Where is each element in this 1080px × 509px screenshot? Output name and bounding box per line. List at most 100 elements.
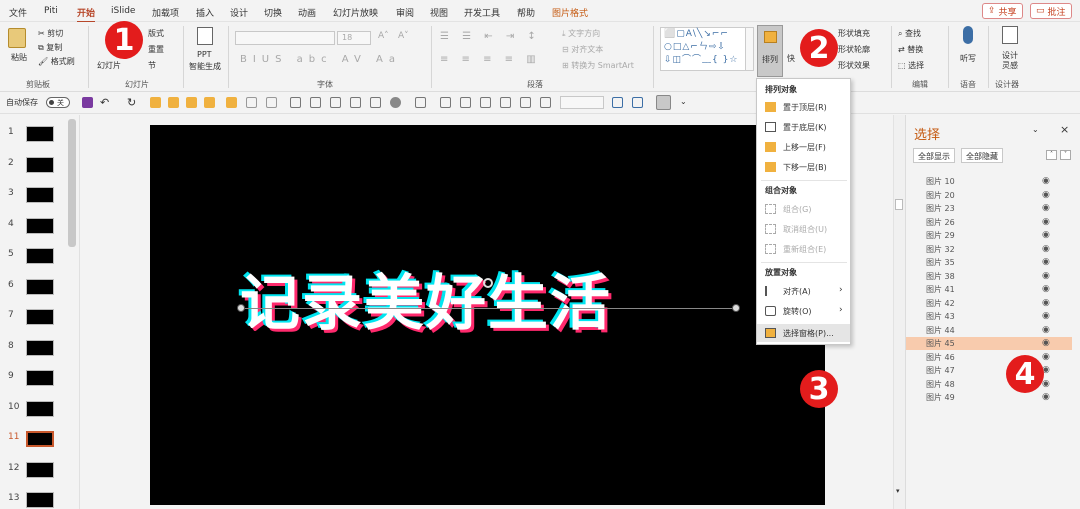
tab-design[interactable]: 设计 <box>230 6 248 19</box>
tab-file[interactable]: 文件 <box>9 6 27 19</box>
visibility-eye-icon[interactable]: ◉ <box>1042 284 1050 294</box>
visibility-eye-icon[interactable]: ◉ <box>1042 338 1050 348</box>
ppt-smart-line2[interactable]: 智能生成 <box>189 61 221 72</box>
microphone-icon[interactable] <box>963 26 973 44</box>
layer-row[interactable]: 图片 38 ◉ <box>906 270 1072 283</box>
font-grow-icon[interactable]: A˄ <box>378 31 389 41</box>
dictate-button[interactable]: 听写 <box>960 53 976 64</box>
layer-row[interactable]: 图片 23 ◉ <box>906 202 1072 215</box>
distribute-vertical-icon[interactable] <box>440 97 451 108</box>
bring-forward-icon[interactable] <box>150 97 161 108</box>
slide-thumbnail[interactable] <box>26 461 54 478</box>
same-size-icon[interactable] <box>540 97 551 108</box>
show-all-button[interactable]: 全部显示 <box>913 148 955 163</box>
smartart-button[interactable]: ⊞ 转换为 SmartArt <box>562 60 634 71</box>
visibility-eye-icon[interactable]: ◉ <box>1042 203 1050 213</box>
canvas-scroll-thumb[interactable] <box>895 199 903 210</box>
font-family-combo[interactable] <box>235 31 335 45</box>
send-back-icon[interactable] <box>204 97 215 108</box>
layer-row[interactable]: 图片 44 ◉ <box>906 324 1072 337</box>
visibility-eye-icon[interactable]: ◉ <box>1042 298 1050 308</box>
layer-row[interactable]: 图片 45 ◉ <box>906 337 1072 350</box>
layer-row[interactable]: 图片 32 ◉ <box>906 243 1072 256</box>
move-up-icon[interactable]: ˄ <box>1046 150 1057 160</box>
resize-handle-left[interactable] <box>237 304 245 312</box>
comment-button[interactable]: ▭ 批注 <box>1030 3 1072 19</box>
menu-send-to-back[interactable]: 置于底层(K) <box>757 118 850 136</box>
find-button[interactable]: ⌕ 查找 <box>898 28 921 39</box>
width-icon[interactable] <box>520 97 531 108</box>
tab-home[interactable]: 开始 <box>77 6 96 23</box>
move-down-icon[interactable]: ˅ <box>1060 150 1071 160</box>
align-text-button[interactable]: ⊟ 对齐文本 <box>562 44 603 55</box>
section-button[interactable]: 节 <box>148 60 156 71</box>
align-left-icon[interactable] <box>290 97 301 108</box>
slide-thumbnail[interactable] <box>26 156 54 173</box>
text-box-icon[interactable] <box>612 97 623 108</box>
copy-button[interactable]: ⧉ 复制 <box>38 42 62 53</box>
group-icon[interactable] <box>226 97 237 108</box>
visibility-eye-icon[interactable]: ◉ <box>1042 257 1050 267</box>
bring-front-icon[interactable] <box>186 97 197 108</box>
align-middle-icon[interactable] <box>370 97 381 108</box>
visibility-eye-icon[interactable]: ◉ <box>1042 230 1050 240</box>
slide-thumbnail[interactable] <box>26 278 54 295</box>
thumb-scrollbar[interactable] <box>68 119 76 247</box>
shape-fill-button[interactable]: 形状填充 <box>838 28 870 39</box>
layer-row[interactable]: 图片 35 ◉ <box>906 256 1072 269</box>
visibility-eye-icon[interactable]: ◉ <box>1042 244 1050 254</box>
new-slide-button[interactable]: 幻灯片 <box>97 60 121 71</box>
tab-addins[interactable]: 加载项 <box>152 6 179 19</box>
layer-row[interactable]: 图片 49 ◉ <box>906 391 1072 404</box>
ppt-smart-line1[interactable]: PPT <box>197 50 212 59</box>
layer-row[interactable]: 图片 46 ◉ <box>906 351 1072 364</box>
shape-effects-button[interactable]: 形状效果 <box>838 60 870 71</box>
send-backward-icon[interactable] <box>168 97 179 108</box>
scroll-down-icon[interactable]: ▾ <box>896 487 900 495</box>
layer-row[interactable]: 图片 42 ◉ <box>906 297 1072 310</box>
replace-button[interactable]: ⇄ 替换 <box>898 44 923 55</box>
qat-more-icon[interactable]: ⌄ <box>680 97 687 106</box>
visibility-eye-icon[interactable]: ◉ <box>1042 392 1050 402</box>
paste-button[interactable]: 粘贴 <box>11 52 27 63</box>
cut-button[interactable]: ✂ 剪切 <box>38 28 63 39</box>
format-painter-button[interactable]: 🖌 格式刷 <box>38 56 75 67</box>
shape-fill-icon[interactable] <box>390 97 401 108</box>
visibility-eye-icon[interactable]: ◉ <box>1042 379 1050 389</box>
visibility-eye-icon[interactable]: ◉ <box>1042 325 1050 335</box>
menu-regroup[interactable]: 重新组合(E) <box>757 240 850 258</box>
layer-row[interactable]: 图片 29 ◉ <box>906 229 1072 242</box>
paste-icon[interactable] <box>8 28 26 48</box>
layer-row[interactable]: 图片 26 ◉ <box>906 216 1072 229</box>
tab-animations[interactable]: 动画 <box>298 6 316 19</box>
picture-icon[interactable] <box>632 97 643 108</box>
tab-slideshow[interactable]: 幻灯片放映 <box>333 6 378 19</box>
visibility-eye-icon[interactable]: ◉ <box>1042 176 1050 186</box>
align-center-icon[interactable] <box>310 97 321 108</box>
tab-piti[interactable]: Piti <box>44 6 58 16</box>
menu-group[interactable]: 组合(G) <box>757 200 850 218</box>
layout-button[interactable]: 版式 <box>148 28 164 39</box>
autosave-toggle[interactable]: 关 <box>46 97 70 108</box>
chart-bars-icon[interactable] <box>500 97 511 108</box>
slide-thumbnail[interactable] <box>26 217 54 234</box>
align-buttons[interactable]: ≡ ≡ ≡ ≡ ▥ <box>440 54 541 65</box>
slide-thumbnail[interactable] <box>26 187 54 203</box>
tab-developer[interactable]: 开发工具 <box>464 6 500 19</box>
layer-row[interactable]: 图片 20 ◉ <box>906 189 1072 202</box>
save-icon[interactable] <box>82 97 93 108</box>
slide-thumbnail[interactable] <box>26 370 54 386</box>
tab-view[interactable]: 视图 <box>430 6 448 19</box>
visibility-eye-icon[interactable]: ◉ <box>1042 217 1050 227</box>
font-shrink-icon[interactable]: A˅ <box>398 31 409 41</box>
menu-align[interactable]: 对齐(A) › <box>757 282 850 300</box>
tab-insert[interactable]: 插入 <box>196 6 214 19</box>
selection-pane-qat-icon[interactable] <box>656 95 671 110</box>
list-buttons[interactable]: ☰ ☰ ⇤ ⇥ ↕ <box>440 31 541 42</box>
slide-thumbnail[interactable] <box>26 400 54 417</box>
shapes-gallery[interactable]: ⬜▢A\╲↘⌐⌐ ○□△⌐ㄣ⇨⇩ ⇩◫⌒⌒﹏{ }☆ <box>660 27 746 71</box>
menu-bring-forward[interactable]: 上移一层(F) <box>757 138 850 156</box>
slide-thumbnail[interactable] <box>26 126 54 142</box>
tab-transitions[interactable]: 切换 <box>264 6 282 19</box>
menu-ungroup[interactable]: 取消组合(U) <box>757 220 850 238</box>
